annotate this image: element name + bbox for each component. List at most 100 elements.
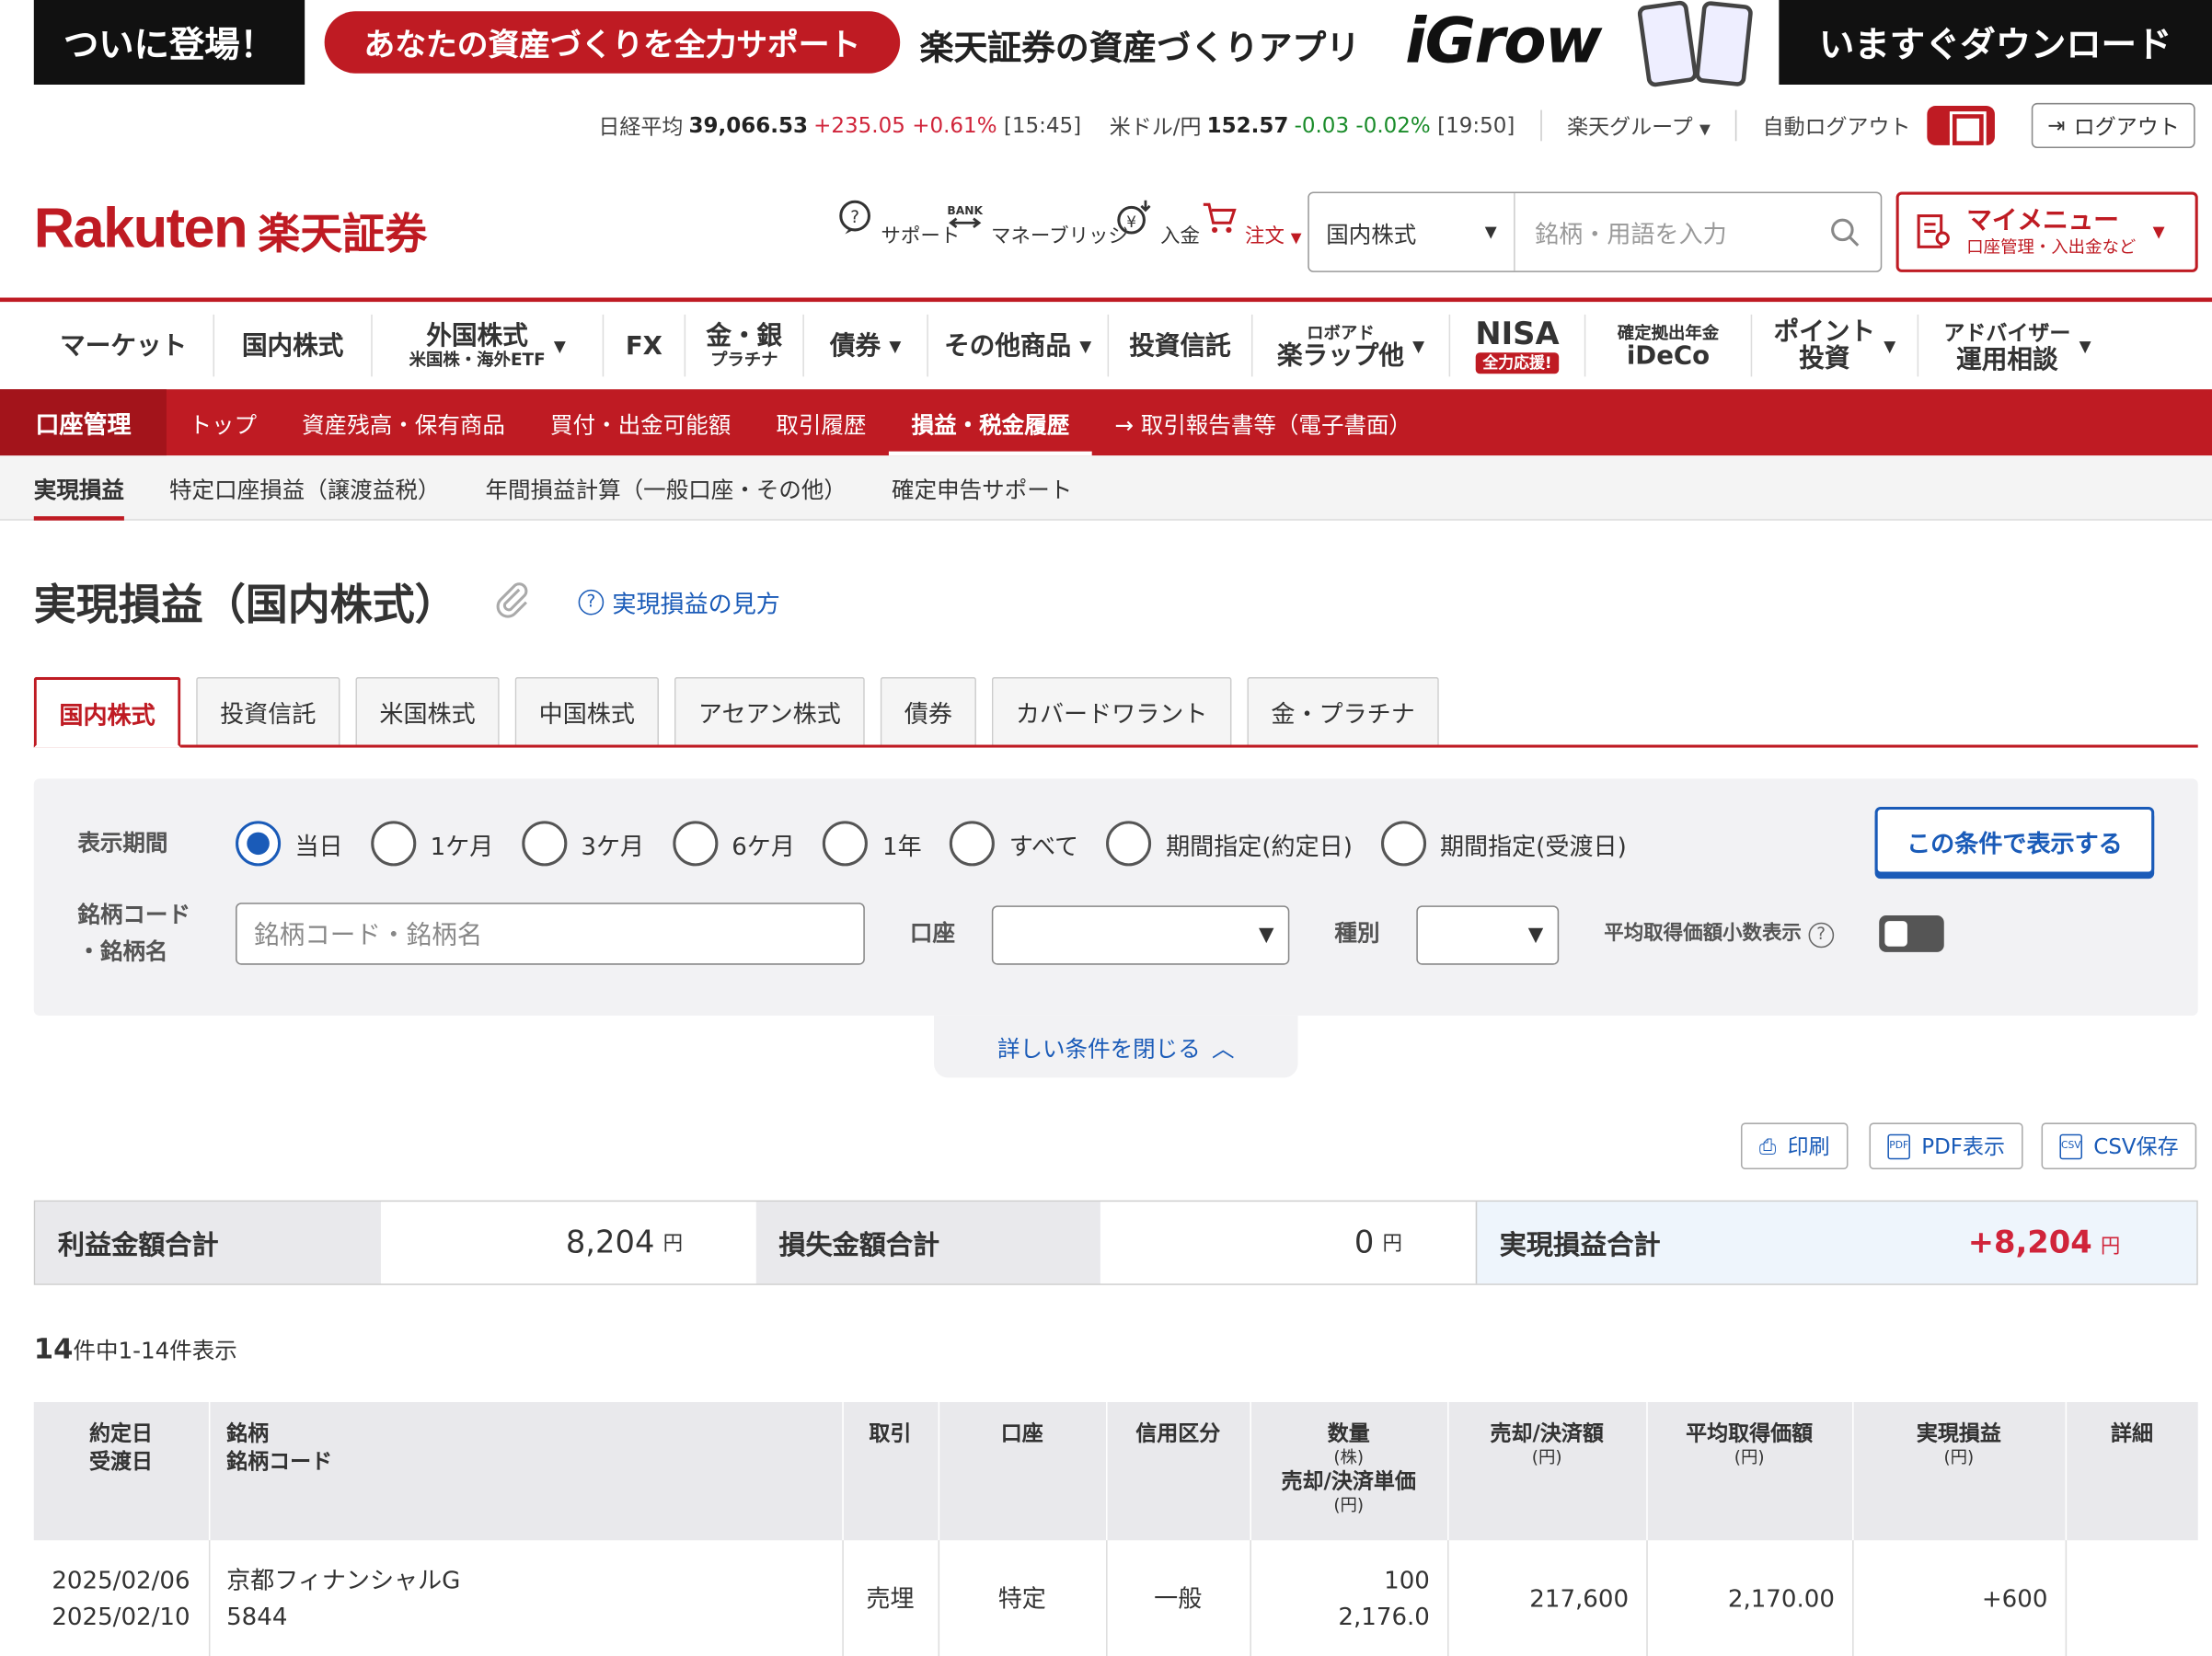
tab-domestic-stock[interactable]: 国内株式 <box>33 676 181 748</box>
period-radio-group: 当日 1ケ月 3ケ月 6ケ月 1年 すべて 期間指定(約定日) 期間指定(受渡日… <box>236 821 1654 867</box>
realized-pl-table: 約定日 受渡日 銘柄 銘柄コード 取引 口座 信用区分 数量 (株) 売却/決済単価 (円… <box>33 1402 2198 1656</box>
rakuten-logo[interactable]: Rakuten 楽天証券 <box>34 198 427 261</box>
help-icon[interactable]: ? <box>1808 922 1834 949</box>
nav-investment-trust[interactable]: 投資信託 <box>1109 314 1253 377</box>
period-today[interactable]: 当日 <box>236 821 343 867</box>
col-credit: 信用区分 <box>1106 1402 1251 1541</box>
group-menu[interactable]: 楽天グループ ▼ <box>1567 110 1711 140</box>
radio-label: 1年 <box>881 833 922 862</box>
period-1month[interactable]: 1ケ月 <box>371 821 493 867</box>
subnav-top[interactable]: トップ <box>167 389 280 455</box>
header-text: 平均取得価額 <box>1686 1420 1814 1446</box>
nav-gold[interactable]: 金・銀 プラチナ <box>685 314 804 377</box>
deposit-link[interactable]: ¥ 入金 <box>1114 198 1200 250</box>
nav-label: アドバイザー <box>1943 319 2071 345</box>
nav-point-invest[interactable]: ポイント 投資 ▼ <box>1752 314 1919 377</box>
account-label: 口座 <box>909 919 956 947</box>
nav-robo-advisor[interactable]: ロボアド 楽ラップ他 ▼ <box>1252 314 1451 377</box>
radio-button[interactable] <box>823 821 869 867</box>
type-select[interactable]: ▼ <box>1416 905 1560 965</box>
subnav-history[interactable]: 取引履歴 <box>754 389 889 455</box>
tab-asean-stock[interactable]: アセアン株式 <box>674 676 865 745</box>
nav-label: マーケット <box>60 330 188 361</box>
pdf-button[interactable]: PDF PDF表示 <box>1869 1122 2023 1170</box>
radio-label: 期間指定(約定日) <box>1166 833 1353 862</box>
period-all[interactable]: すべて <box>950 821 1078 867</box>
download-button[interactable]: いますぐダウンロード <box>1779 0 2212 85</box>
pl-summary: 利益金額合計 8,204 円 損失金額合計 0円 実現損益合計 +8,204 円 <box>33 1200 2198 1285</box>
account-select[interactable]: ▼ <box>991 905 1290 965</box>
nav-other-products[interactable]: その他商品 ▼ <box>928 314 1110 377</box>
radio-button[interactable] <box>371 821 417 867</box>
tab-investment-trust[interactable]: 投資信託 <box>196 676 340 745</box>
tab-realized-pl[interactable]: 実現損益 <box>33 454 124 520</box>
code-input[interactable]: 銘柄コード・銘柄名 <box>236 903 865 965</box>
tab-us-stock[interactable]: 米国株式 <box>355 676 500 745</box>
unit-price: 2,176.0 <box>1338 1603 1430 1632</box>
subnav-section[interactable]: 口座管理 <box>0 389 167 456</box>
deposit-label: 入金 <box>1159 225 1200 248</box>
nav-nisa[interactable]: NISA 全力応援! <box>1450 314 1586 377</box>
igrow-banner[interactable]: ついに登場！ あなたの資産づくりを全力サポート 楽天証券の資産づくりアプリ iG… <box>33 0 2212 88</box>
auto-logout-toggle[interactable] <box>1927 105 1996 145</box>
order-menu[interactable]: 注文 ▼ <box>1199 198 1302 250</box>
subnav-buying-power[interactable]: 買付・出金可能額 <box>527 389 753 455</box>
col-trade: 取引 <box>842 1402 939 1541</box>
nav-ideco[interactable]: 確定拠出年金 iDeCo <box>1585 314 1753 377</box>
tab-specific-account[interactable]: 特定口座損益（譲渡益税） <box>169 454 440 520</box>
subnav-reports[interactable]: → 取引報告書等（電子書面） <box>1092 389 1434 455</box>
search-category-select[interactable]: 国内株式 ▼ <box>1309 193 1515 271</box>
bookmark-clip-icon[interactable] <box>494 581 531 629</box>
subnav-pl-tax[interactable]: 損益・税金履歴 <box>889 389 1092 456</box>
cell-trade: 売埋 <box>842 1540 939 1656</box>
money-bridge-link[interactable]: BANK マネーブリッジ <box>945 198 1128 250</box>
period-3month[interactable]: 3ケ月 <box>522 821 644 867</box>
help-link[interactable]: ? 実現損益の見方 <box>578 584 780 619</box>
page-title: 実現損益（国内株式） <box>33 581 457 631</box>
period-settle-date[interactable]: 期間指定(受渡日) <box>1380 821 1627 867</box>
phone-image <box>1636 0 1699 88</box>
tab-bonds[interactable]: 債券 <box>880 676 976 745</box>
decimal-toggle[interactable] <box>1879 915 1944 952</box>
tab-tax-return[interactable]: 確定申告サポート <box>892 454 1072 520</box>
support-link[interactable]: ? サポート <box>835 198 960 250</box>
show-button[interactable]: この条件で表示する <box>1874 806 2155 875</box>
radio-button[interactable] <box>1380 821 1426 867</box>
profit-value: 8,204 <box>565 1225 655 1260</box>
nav-market[interactable]: マーケット <box>34 314 215 377</box>
period-1year[interactable]: 1年 <box>823 821 922 867</box>
search-input[interactable]: 銘柄・用語を入力 <box>1515 193 1881 270</box>
tab-annual-pl[interactable]: 年間損益計算（一般口座・その他） <box>485 454 847 520</box>
search-icon[interactable] <box>1830 216 1861 247</box>
radio-label: 当日 <box>294 833 343 862</box>
period-6month[interactable]: 6ケ月 <box>672 821 795 867</box>
stock-code: 5844 <box>226 1603 288 1632</box>
nav-domestic-stock[interactable]: 国内株式 <box>214 314 373 377</box>
logout-button[interactable]: ⇥ ログアウト <box>2032 102 2195 148</box>
radio-button[interactable] <box>950 821 996 867</box>
csv-button[interactable]: CSV CSV保存 <box>2041 1122 2197 1170</box>
money-bridge-label: マネーブリッジ <box>991 225 1128 248</box>
stock-name[interactable]: 京都フィナンシャルG <box>226 1567 460 1595</box>
subnav-assets[interactable]: 資産残高・保有商品 <box>280 389 528 455</box>
close-conditions-link[interactable]: 詳しい条件を閉じる ︿ <box>933 1015 1298 1078</box>
period-trade-date[interactable]: 期間指定(約定日) <box>1106 821 1353 867</box>
radio-button[interactable] <box>522 821 568 867</box>
profit-value-cell: 8,204 円 <box>380 1202 756 1284</box>
nav-label: iDeCo <box>1626 340 1711 371</box>
nav-bonds[interactable]: 債券 ▼ <box>804 314 928 377</box>
tab-covered-warrant[interactable]: カバードワラント <box>991 676 1232 745</box>
result-count: 14件中1-14件表示 <box>34 1331 237 1365</box>
tab-gold-platinum[interactable]: 金・プラチナ <box>1247 676 1439 745</box>
radio-button[interactable] <box>236 821 282 867</box>
col-date: 約定日 受渡日 <box>33 1402 210 1541</box>
my-menu-button[interactable]: マイメニュー 口座管理・入出金など ▼ <box>1895 191 2198 272</box>
nav-advisor[interactable]: アドバイザー 運用相談 ▼ <box>1918 315 2116 376</box>
radio-button[interactable] <box>672 821 718 867</box>
tab-china-stock[interactable]: 中国株式 <box>514 676 660 745</box>
nav-fx[interactable]: FX <box>604 314 686 377</box>
pdf-file-icon: PDF <box>1887 1133 1910 1159</box>
nav-foreign-stock[interactable]: 外国株式 米国株・海外ETF ▼ <box>373 314 605 377</box>
radio-button[interactable] <box>1106 821 1152 867</box>
print-button[interactable]: ⎙ 印刷 <box>1740 1122 1849 1170</box>
